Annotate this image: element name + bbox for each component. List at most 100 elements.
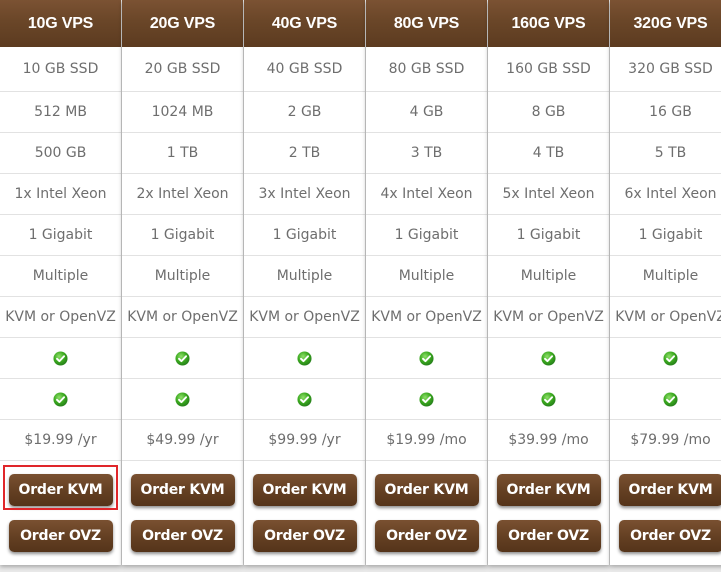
feature-check-cell xyxy=(0,338,121,379)
check-circle-icon xyxy=(297,391,312,407)
order-kvm-row: Order KVM xyxy=(122,461,243,506)
plan-column: 20G VPS 20 GB SSD 1024 MB 1 TB 2x Intel … xyxy=(122,0,243,565)
disk-cell: 320 GB SSD xyxy=(610,47,721,92)
bandwidth-cell: 1 TB xyxy=(122,133,243,174)
check-circle-icon xyxy=(175,391,190,407)
feature-check-cell xyxy=(610,338,721,379)
feature-check-cell xyxy=(366,338,487,379)
feature-check-cell xyxy=(244,379,365,420)
cpu-cell: 3x Intel Xeon xyxy=(244,174,365,215)
port-speed-cell: 1 Gigabit xyxy=(488,215,609,256)
order-ovz-row: Order OVZ xyxy=(244,506,365,552)
plan-title: 160G VPS xyxy=(488,0,609,47)
check-circle-icon xyxy=(53,350,68,366)
feature-check-cell xyxy=(122,338,243,379)
order-ovz-button[interactable]: Order OVZ xyxy=(8,520,113,552)
order-ovz-button[interactable]: Order OVZ xyxy=(252,520,357,552)
order-ovz-button[interactable]: Order OVZ xyxy=(618,520,721,552)
check-circle-icon xyxy=(663,391,678,407)
check-circle-icon xyxy=(297,350,312,366)
plan-title: 20G VPS xyxy=(122,0,243,47)
feature-check-cell xyxy=(366,379,487,420)
check-circle-icon xyxy=(541,350,556,366)
bandwidth-cell: 4 TB xyxy=(488,133,609,174)
plan-title: 320G VPS xyxy=(610,0,721,47)
plan-title: 10G VPS xyxy=(0,0,121,47)
order-kvm-button[interactable]: Order KVM xyxy=(130,474,235,506)
price-cell: $39.99 /mo xyxy=(488,420,609,461)
order-ovz-button[interactable]: Order OVZ xyxy=(374,520,479,552)
order-kvm-button[interactable]: Order KVM xyxy=(374,474,479,506)
port-speed-cell: 1 Gigabit xyxy=(122,215,243,256)
bandwidth-cell: 5 TB xyxy=(610,133,721,174)
order-kvm-row: Order KVM xyxy=(366,461,487,506)
price-cell: $19.99 /yr xyxy=(0,420,121,461)
ip-addresses-cell: Multiple xyxy=(0,256,121,297)
order-kvm-row: Order KVM xyxy=(244,461,365,506)
cpu-cell: 1x Intel Xeon xyxy=(0,174,121,215)
order-kvm-button[interactable]: Order KVM xyxy=(252,474,357,506)
port-speed-cell: 1 Gigabit xyxy=(244,215,365,256)
order-ovz-row: Order OVZ xyxy=(122,506,243,552)
plan-column: 10G VPS 10 GB SSD 512 MB 500 GB 1x Intel… xyxy=(0,0,121,565)
virtualization-cell: KVM or OpenVZ xyxy=(366,297,487,338)
feature-check-cell xyxy=(122,379,243,420)
order-kvm-button[interactable]: Order KVM xyxy=(618,474,721,506)
check-circle-icon xyxy=(663,350,678,366)
order-kvm-button[interactable]: Order KVM xyxy=(496,474,601,506)
port-speed-cell: 1 Gigabit xyxy=(610,215,721,256)
virtualization-cell: KVM or OpenVZ xyxy=(488,297,609,338)
order-kvm-row: Order KVM xyxy=(488,461,609,506)
virtualization-cell: KVM or OpenVZ xyxy=(610,297,721,338)
bandwidth-cell: 500 GB xyxy=(0,133,121,174)
ram-cell: 8 GB xyxy=(488,92,609,133)
plan-title: 40G VPS xyxy=(244,0,365,47)
ip-addresses-cell: Multiple xyxy=(122,256,243,297)
port-speed-cell: 1 Gigabit xyxy=(366,215,487,256)
order-kvm-row: Order KVM xyxy=(0,461,121,506)
bandwidth-cell: 3 TB xyxy=(366,133,487,174)
cpu-cell: 6x Intel Xeon xyxy=(610,174,721,215)
price-cell: $99.99 /yr xyxy=(244,420,365,461)
ram-cell: 4 GB xyxy=(366,92,487,133)
order-ovz-button[interactable]: Order OVZ xyxy=(130,520,235,552)
order-kvm-row: Order KVM xyxy=(610,461,721,506)
cpu-cell: 4x Intel Xeon xyxy=(366,174,487,215)
check-circle-icon xyxy=(419,391,434,407)
port-speed-cell: 1 Gigabit xyxy=(0,215,121,256)
ram-cell: 2 GB xyxy=(244,92,365,133)
feature-check-cell xyxy=(488,379,609,420)
price-cell: $79.99 /mo xyxy=(610,420,721,461)
order-kvm-button[interactable]: Order KVM xyxy=(8,474,113,506)
plan-column: 160G VPS 160 GB SSD 8 GB 4 TB 5x Intel X… xyxy=(488,0,609,565)
ip-addresses-cell: Multiple xyxy=(610,256,721,297)
ip-addresses-cell: Multiple xyxy=(244,256,365,297)
disk-cell: 80 GB SSD xyxy=(366,47,487,92)
feature-check-cell xyxy=(244,338,365,379)
order-ovz-button[interactable]: Order OVZ xyxy=(496,520,601,552)
disk-cell: 40 GB SSD xyxy=(244,47,365,92)
plan-title: 80G VPS xyxy=(366,0,487,47)
plan-column: 320G VPS 320 GB SSD 16 GB 5 TB 6x Intel … xyxy=(610,0,721,565)
cpu-cell: 5x Intel Xeon xyxy=(488,174,609,215)
ram-cell: 512 MB xyxy=(0,92,121,133)
ip-addresses-cell: Multiple xyxy=(366,256,487,297)
check-circle-icon xyxy=(419,350,434,366)
virtualization-cell: KVM or OpenVZ xyxy=(122,297,243,338)
ram-cell: 16 GB xyxy=(610,92,721,133)
order-ovz-row: Order OVZ xyxy=(610,506,721,552)
virtualization-cell: KVM or OpenVZ xyxy=(0,297,121,338)
ip-addresses-cell: Multiple xyxy=(488,256,609,297)
order-ovz-row: Order OVZ xyxy=(488,506,609,552)
order-ovz-row: Order OVZ xyxy=(0,506,121,552)
disk-cell: 160 GB SSD xyxy=(488,47,609,92)
check-circle-icon xyxy=(53,391,68,407)
disk-cell: 20 GB SSD xyxy=(122,47,243,92)
feature-check-cell xyxy=(0,379,121,420)
vps-pricing-table: 10G VPS 10 GB SSD 512 MB 500 GB 1x Intel… xyxy=(0,0,721,572)
price-cell: $49.99 /yr xyxy=(122,420,243,461)
order-ovz-row: Order OVZ xyxy=(366,506,487,552)
feature-check-cell xyxy=(488,338,609,379)
plan-column: 40G VPS 40 GB SSD 2 GB 2 TB 3x Intel Xeo… xyxy=(244,0,365,565)
virtualization-cell: KVM or OpenVZ xyxy=(244,297,365,338)
